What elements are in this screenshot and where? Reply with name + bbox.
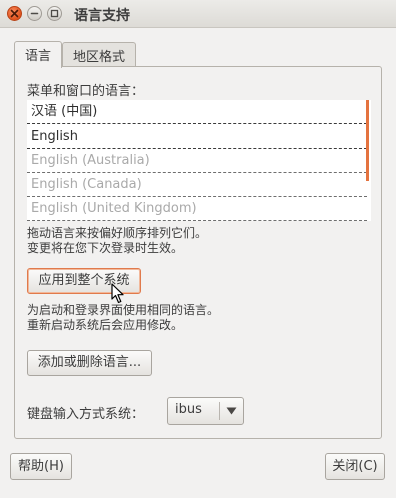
window-title: 语言支持	[74, 8, 130, 24]
tab-regional-formats[interactable]: 地区格式	[62, 42, 137, 66]
drag-hint-line1: 拖动语言来按偏好顺序排列它们。	[27, 226, 208, 240]
drag-hint-line2: 变更将在您下次登录时生效。	[27, 241, 184, 255]
chevron-down-icon	[226, 407, 237, 415]
help-button[interactable]: 帮助(H)	[10, 453, 72, 480]
tab-language[interactable]: 语言	[14, 41, 63, 68]
language-item-english[interactable]: English	[27, 125, 367, 149]
install-remove-languages-button[interactable]: 添加或删除语言...	[27, 350, 152, 376]
title-bar: 语言支持	[0, 0, 396, 28]
language-item-english-australia[interactable]: English (Australia)	[27, 149, 367, 173]
maximize-icon	[50, 9, 59, 18]
apply-note-line1: 为启动和登录界面使用相同的语言。	[27, 303, 220, 317]
language-item-english-canada[interactable]: English (Canada)	[27, 173, 367, 197]
minimize-icon	[30, 12, 39, 15]
combo-separator	[219, 402, 220, 420]
window-close-button[interactable]	[7, 6, 22, 21]
input-method-label: 键盘输入方式系统：	[27, 407, 145, 422]
language-item-english-uk[interactable]: English (United Kingdom)	[27, 197, 367, 221]
close-button[interactable]: 关闭(C)	[325, 453, 385, 480]
list-scroll-indicator[interactable]	[366, 100, 369, 181]
close-icon	[10, 9, 19, 18]
language-list[interactable]: 汉语 (中国) English English (Australia) Engl…	[27, 100, 371, 221]
window-maximize-button[interactable]	[47, 6, 62, 21]
language-item-zh-cn[interactable]: 汉语 (中国)	[27, 100, 367, 124]
mouse-pointer-icon	[111, 283, 124, 304]
apply-note-line2: 重新启动系统后会应用修改。	[27, 318, 184, 332]
window-minimize-button[interactable]	[27, 6, 42, 21]
language-list-heading: 菜单和窗口的语言：	[27, 84, 145, 99]
input-method-select[interactable]: ibus	[167, 397, 244, 425]
input-method-value: ibus	[175, 402, 202, 417]
